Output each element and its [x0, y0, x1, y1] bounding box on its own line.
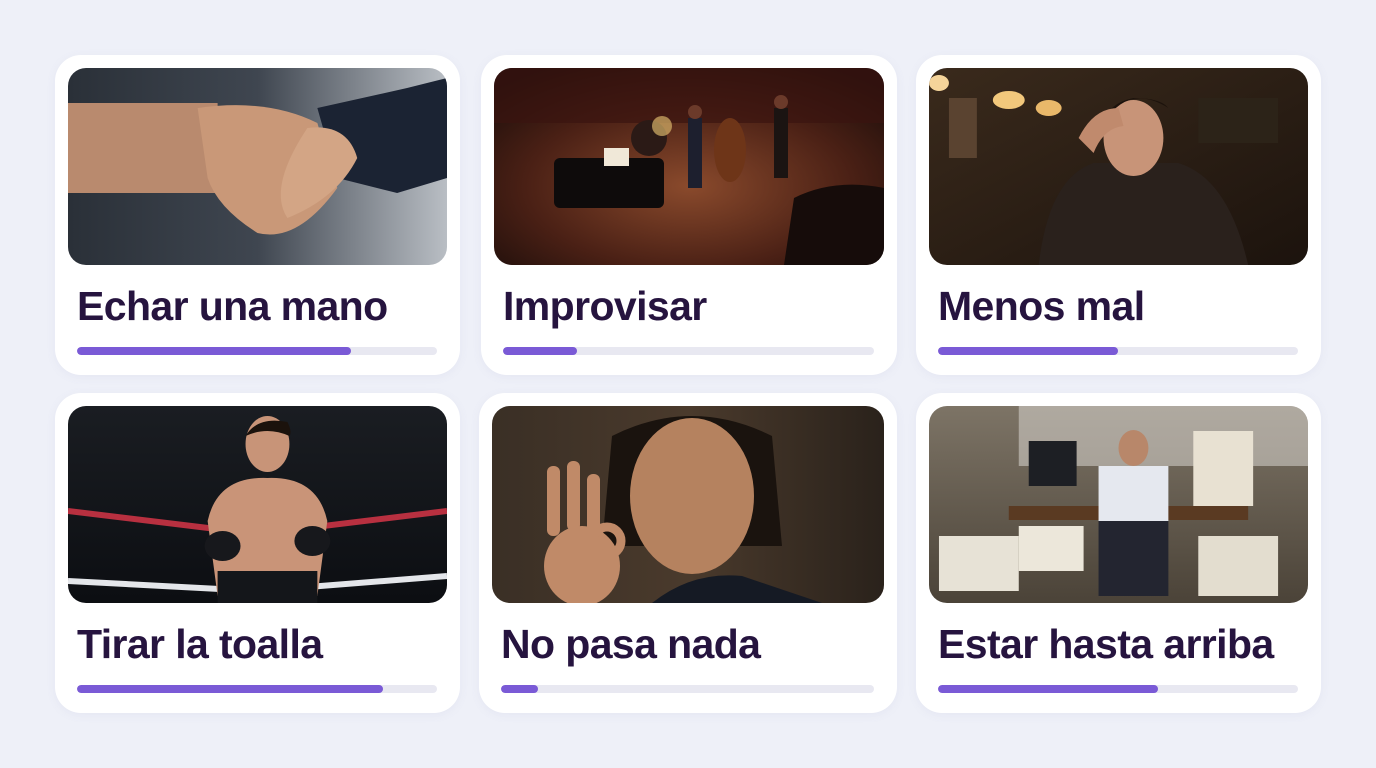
progress-fill — [938, 347, 1118, 355]
phrase-card-tirar-la-toalla[interactable]: Tirar la toalla — [55, 393, 460, 713]
card-title: Echar una mano — [77, 283, 388, 329]
jazz-band-image — [494, 68, 884, 265]
phrase-card-echar-una-mano[interactable]: Echar una mano — [55, 55, 460, 375]
card-title: Estar hasta arriba — [938, 621, 1274, 667]
progress-bar — [938, 347, 1298, 355]
progress-bar — [77, 347, 437, 355]
progress-bar — [77, 685, 437, 693]
progress-fill — [938, 685, 1158, 693]
phrase-card-menos-mal[interactable]: Menos mal — [916, 55, 1321, 375]
card-title: Improvisar — [503, 283, 707, 329]
progress-bar — [501, 685, 874, 693]
progress-bar — [503, 347, 874, 355]
paperwork-desk-image — [929, 406, 1308, 603]
progress-fill — [77, 685, 383, 693]
relieved-man-image — [929, 68, 1308, 265]
phrase-card-estar-hasta-arriba[interactable]: Estar hasta arriba — [916, 393, 1321, 713]
phrase-card-improvisar[interactable]: Improvisar — [481, 55, 897, 375]
progress-bar — [938, 685, 1298, 693]
card-title: Menos mal — [938, 283, 1145, 329]
progress-fill — [77, 347, 351, 355]
card-title: No pasa nada — [501, 621, 761, 667]
boxer-ring-image — [68, 406, 447, 603]
progress-fill — [503, 347, 578, 355]
card-title: Tirar la toalla — [77, 621, 323, 667]
phrase-card-no-pasa-nada[interactable]: No pasa nada — [479, 393, 897, 713]
progress-fill — [501, 685, 539, 693]
handshake-image — [68, 68, 447, 265]
ok-gesture-woman-image — [492, 406, 884, 603]
